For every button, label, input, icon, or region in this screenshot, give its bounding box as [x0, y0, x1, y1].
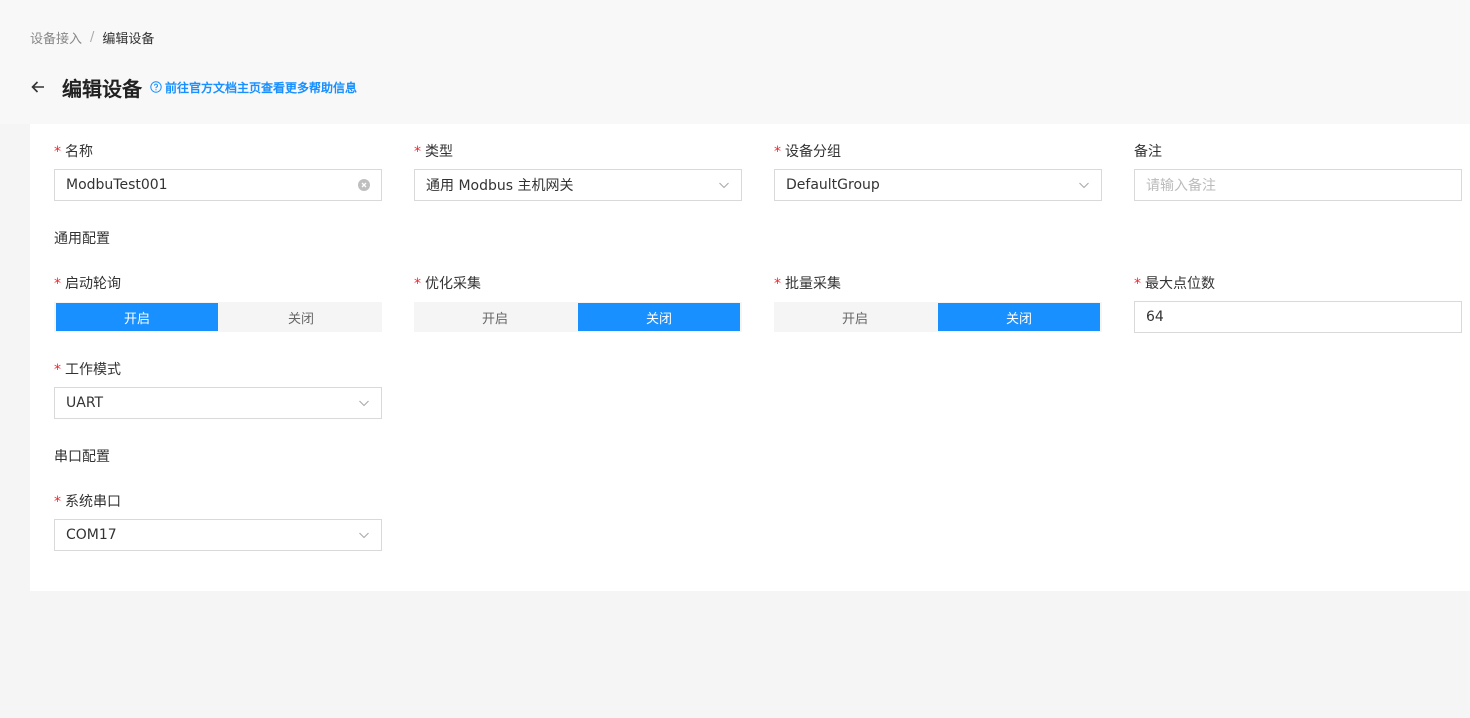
polling-on-option[interactable]: 开启 [56, 303, 218, 331]
arrow-left-icon[interactable] [30, 79, 46, 95]
group-value: DefaultGroup [786, 177, 880, 193]
remark-placeholder: 请输入备注 [1146, 178, 1216, 194]
type-label: 类型 [425, 144, 453, 160]
group-label: 设备分组 [785, 144, 841, 160]
help-link-text: 前往官方文档主页查看更多帮助信息 [165, 80, 358, 95]
serial-port-field-label: * 系统串口 [54, 492, 121, 512]
batch-off-option[interactable]: 关闭 [938, 303, 1100, 331]
chevron-down-icon [358, 397, 370, 409]
serial-port-label: 系统串口 [65, 494, 121, 510]
max-points-label: 最大点位数 [1145, 276, 1215, 292]
help-link[interactable]: 前往官方文档主页查看更多帮助信息 [150, 79, 357, 96]
breadcrumb-separator: / [90, 30, 95, 45]
required-mark: * [54, 362, 61, 378]
max-points-value: 64 [1146, 309, 1164, 325]
polling-field-label: * 启动轮询 [54, 274, 121, 294]
name-value: ModbuTest001 [66, 177, 168, 193]
general-config-title: 通用配置 [54, 231, 110, 247]
close-circle-icon[interactable] [358, 179, 370, 191]
required-mark: * [774, 276, 781, 292]
chevron-down-icon [1078, 179, 1090, 191]
type-field-label: * 类型 [414, 142, 453, 162]
question-circle-icon [150, 81, 162, 93]
breadcrumb: 设备接入 / 编辑设备 [30, 28, 154, 47]
group-select[interactable]: DefaultGroup [774, 169, 1102, 201]
required-mark: * [54, 276, 61, 292]
serial-config-title: 串口配置 [54, 449, 110, 465]
serial-port-value: COM17 [66, 527, 117, 543]
name-field-label: * 名称 [54, 142, 93, 162]
required-mark: * [414, 276, 421, 292]
polling-label: 启动轮询 [65, 276, 121, 292]
work-mode-value: UART [66, 395, 104, 411]
work-mode-label: 工作模式 [65, 362, 121, 378]
type-value: 通用 Modbus 主机网关 [426, 178, 574, 194]
required-mark: * [54, 494, 61, 510]
polling-toggle: 开启 关闭 [54, 302, 382, 332]
top-bar [0, 0, 1470, 124]
group-field-label: * 设备分组 [774, 142, 841, 162]
name-label: 名称 [65, 144, 93, 160]
chevron-down-icon [718, 179, 730, 191]
breadcrumb-parent[interactable]: 设备接入 [30, 28, 82, 47]
required-mark: * [54, 144, 61, 160]
required-mark: * [1134, 276, 1141, 292]
remark-field-label: 备注 [1134, 142, 1162, 162]
work-mode-select[interactable]: UART [54, 387, 382, 419]
remark-label: 备注 [1134, 144, 1162, 160]
optimize-on-option[interactable]: 开启 [414, 302, 576, 332]
breadcrumb-current: 编辑设备 [102, 32, 155, 47]
work-mode-field-label: * 工作模式 [54, 360, 121, 380]
max-points-field-label: * 最大点位数 [1134, 274, 1215, 294]
batch-field-label: * 批量采集 [774, 274, 841, 294]
form-card: * 名称 ModbuTest001 * 类型 通用 Modbus 主机网关 * 设备分… [30, 124, 1470, 591]
batch-toggle: 开启 关闭 [774, 302, 1102, 332]
optimize-field-label: * 优化采集 [414, 274, 481, 294]
required-mark: * [774, 144, 781, 160]
required-mark: * [414, 144, 421, 160]
type-select[interactable]: 通用 Modbus 主机网关 [414, 169, 742, 201]
page-header: 编辑设备 前往官方文档主页查看更多帮助信息 [30, 72, 357, 102]
serial-port-select[interactable]: COM17 [54, 519, 382, 551]
batch-on-option[interactable]: 开启 [774, 302, 936, 332]
optimize-toggle: 开启 关闭 [414, 302, 742, 332]
optimize-label: 优化采集 [425, 276, 481, 292]
page-title: 编辑设备 [62, 76, 142, 101]
optimize-off-option[interactable]: 关闭 [578, 303, 740, 331]
batch-label: 批量采集 [785, 276, 841, 292]
chevron-down-icon [358, 529, 370, 541]
max-points-input[interactable]: 64 [1134, 301, 1462, 333]
name-input[interactable]: ModbuTest001 [54, 169, 382, 201]
remark-input[interactable]: 请输入备注 [1134, 169, 1462, 201]
polling-off-option[interactable]: 关闭 [220, 302, 382, 332]
